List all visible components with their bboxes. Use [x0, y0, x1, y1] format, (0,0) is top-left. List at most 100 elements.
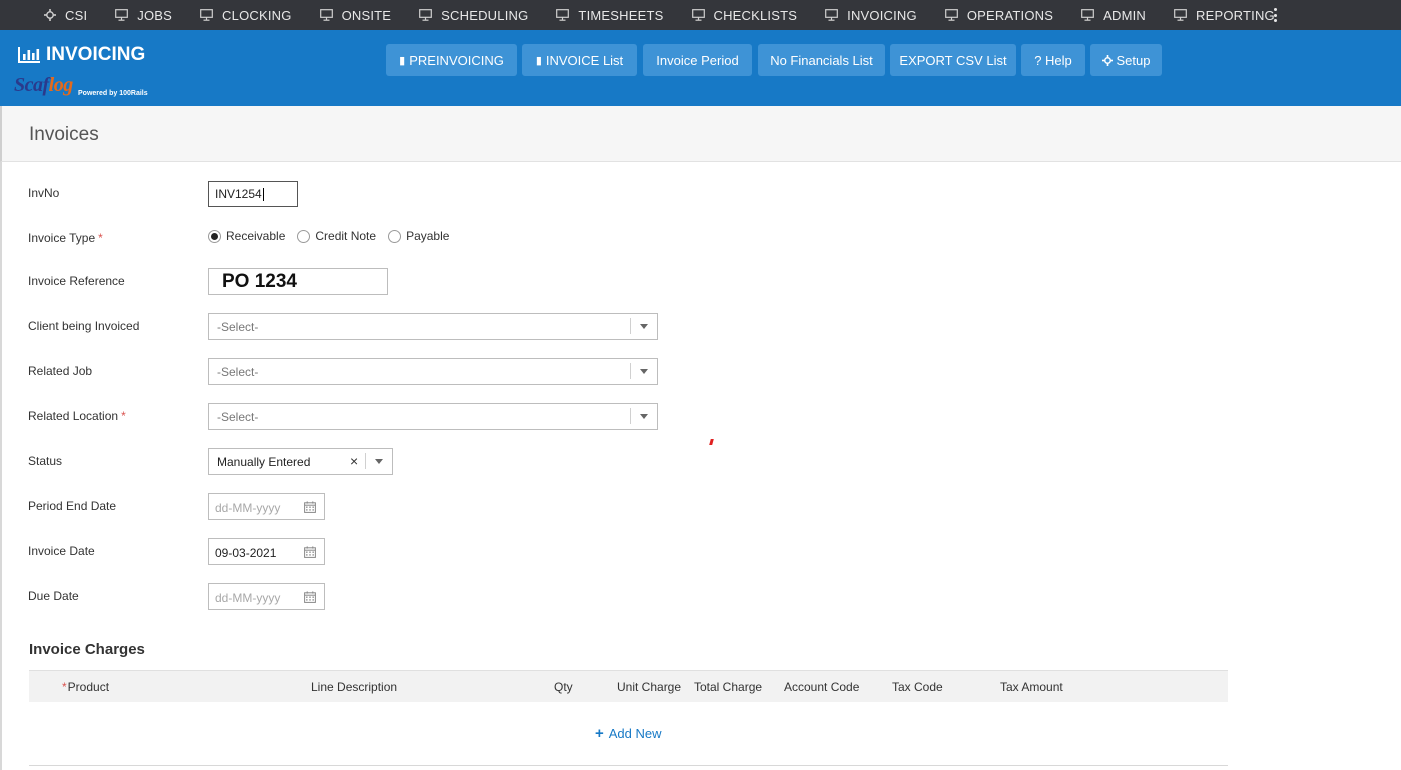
- invoice-type-radio-group: Receivable Credit Note Payable: [208, 229, 461, 243]
- invoice-reference-input[interactable]: PO 1234: [208, 268, 388, 295]
- page-title: Invoices: [29, 124, 99, 145]
- preinvoicing-button[interactable]: ▮ PREINVOICING: [386, 44, 517, 76]
- monitor-icon: [115, 9, 129, 21]
- related-location-select[interactable]: -Select-: [208, 403, 658, 430]
- radio-button-checked[interactable]: [208, 229, 221, 243]
- invoice-list-button[interactable]: ▮ INVOICE List: [522, 44, 637, 76]
- column-header-product: *Product: [62, 680, 110, 694]
- invoice-date-label: Invoice Date: [28, 544, 95, 558]
- radio-credit-note[interactable]: Credit Note: [297, 229, 376, 243]
- status-select[interactable]: Manually Entered ×: [208, 448, 393, 475]
- gear-icon: [1101, 54, 1113, 66]
- nav-label: ADMIN: [1103, 7, 1147, 23]
- nav-label: OPERATIONS: [966, 7, 1054, 23]
- column-header-tax-amount: Tax Amount: [1000, 680, 1063, 694]
- nav-item-jobs[interactable]: JOBS: [115, 8, 172, 23]
- chevron-down-icon: [375, 459, 383, 464]
- page-title-bar: Invoices: [0, 106, 1401, 162]
- client-select[interactable]: -Select-: [208, 313, 658, 340]
- radio-button[interactable]: [388, 229, 402, 243]
- chevron-down-icon: [640, 414, 648, 419]
- nav-label: INVOICING: [847, 7, 917, 23]
- required-mark: *: [62, 680, 67, 694]
- bar-chart-icon: [18, 47, 40, 63]
- calendar-icon[interactable]: [304, 591, 316, 603]
- nav-label: ONSITE: [341, 7, 392, 23]
- due-date-input[interactable]: dd-MM-yyyy: [208, 583, 325, 610]
- invoice-charges-title: Invoice Charges: [29, 641, 145, 658]
- monitor-icon: [556, 9, 570, 21]
- invoice-date-input[interactable]: 09-03-2021: [208, 538, 325, 565]
- module-title-text: INVOICING: [46, 44, 146, 65]
- monitor-icon: [825, 9, 839, 21]
- due-date-label: Due Date: [28, 589, 79, 603]
- nav-label: CLOCKING: [222, 7, 292, 23]
- related-job-label: Related Job: [28, 364, 93, 378]
- scaflog-logo: Scaflog Powered by 100Rails: [14, 74, 148, 97]
- client-label: Client being Invoiced: [28, 319, 140, 333]
- radio-payable[interactable]: Payable: [388, 229, 449, 243]
- nav-item-csi[interactable]: CSI: [44, 8, 87, 23]
- monitor-icon: [944, 9, 958, 21]
- nav-item-invoicing[interactable]: INVOICING: [825, 8, 917, 23]
- nav-item-admin[interactable]: ADMIN: [1081, 8, 1146, 23]
- column-header-account-code: Account Code: [784, 680, 860, 694]
- nav-item-checklists[interactable]: CHECKLISTS: [691, 7, 798, 23]
- powered-by-text: Powered by 100Rails: [78, 90, 148, 97]
- nav-item-onsite[interactable]: ONSITE: [319, 7, 392, 23]
- add-new-charge-button[interactable]: + Add New: [595, 725, 662, 742]
- nav-item-timesheets[interactable]: TIMESHEETS: [556, 8, 663, 23]
- status-label: Status: [28, 454, 63, 468]
- invoice-type-label: Invoice Type *: [28, 231, 103, 245]
- nav-label: CSI: [65, 7, 88, 23]
- radio-button[interactable]: [297, 229, 311, 243]
- calendar-icon[interactable]: [304, 501, 316, 513]
- nav-item-operations[interactable]: OPERATIONS: [944, 7, 1054, 23]
- radio-receivable[interactable]: Receivable: [208, 229, 285, 243]
- red-cursor-mark: [709, 439, 714, 445]
- calendar-icon[interactable]: [304, 546, 316, 558]
- nav-label: REPORTING: [1196, 7, 1275, 23]
- required-mark: *: [121, 409, 126, 423]
- setup-button[interactable]: Setup: [1090, 44, 1162, 76]
- period-end-date-label: Period End Date: [28, 499, 117, 513]
- nav-label: CHECKLISTS: [713, 7, 798, 23]
- nav-item-scheduling[interactable]: SCHEDULING: [419, 8, 528, 23]
- related-job-select[interactable]: -Select-: [208, 358, 658, 385]
- book-icon: ▮: [399, 54, 406, 67]
- vertical-dots-icon[interactable]: [1270, 8, 1280, 22]
- period-end-date-input[interactable]: dd-MM-yyyy: [208, 493, 325, 520]
- gear-icon: [44, 9, 56, 21]
- column-header-qty: Qty: [554, 680, 573, 694]
- table-divider: [29, 765, 1228, 766]
- monitor-icon: [1174, 9, 1187, 21]
- help-button[interactable]: ? Help: [1021, 44, 1085, 76]
- monitor-icon: [691, 9, 705, 21]
- module-title: INVOICING: [18, 44, 145, 66]
- text-caret: [262, 187, 264, 201]
- column-header-line-description: Line Description: [311, 680, 398, 694]
- nav-label: SCHEDULING: [441, 7, 529, 23]
- nav-label: JOBS: [137, 7, 173, 23]
- column-header-unit-charge: Unit Charge: [617, 680, 682, 694]
- invoice-reference-label: Invoice Reference: [28, 274, 125, 288]
- nav-item-clocking[interactable]: CLOCKING: [200, 8, 292, 23]
- invno-input[interactable]: INV1254: [208, 181, 298, 207]
- nav-label: TIMESHEETS: [578, 7, 664, 23]
- export-csv-list-button[interactable]: EXPORT CSV List: [890, 44, 1016, 76]
- book-icon: ▮: [535, 54, 542, 67]
- required-mark: *: [98, 231, 103, 245]
- nav-item-reporting[interactable]: REPORTING: [1174, 8, 1275, 23]
- monitor-icon: [319, 9, 333, 21]
- module-header: INVOICING Scaflog Powered by 100Rails ▮ …: [0, 30, 1401, 106]
- top-navigation: CSI JOBS CLOCKING ONSITE SCHEDULING TIME…: [0, 0, 1401, 30]
- monitor-icon: [200, 9, 213, 21]
- left-border: [0, 162, 2, 770]
- chevron-down-icon: [640, 369, 648, 374]
- invoice-period-button[interactable]: Invoice Period: [643, 44, 752, 76]
- column-header-total-charge: Total Charge: [694, 680, 763, 694]
- charges-table-header: *Product Line Description Qty Unit Charg…: [29, 670, 1228, 702]
- monitor-icon: [1081, 9, 1095, 21]
- clear-icon[interactable]: ×: [350, 453, 358, 469]
- no-financials-list-button[interactable]: No Financials List: [758, 44, 885, 76]
